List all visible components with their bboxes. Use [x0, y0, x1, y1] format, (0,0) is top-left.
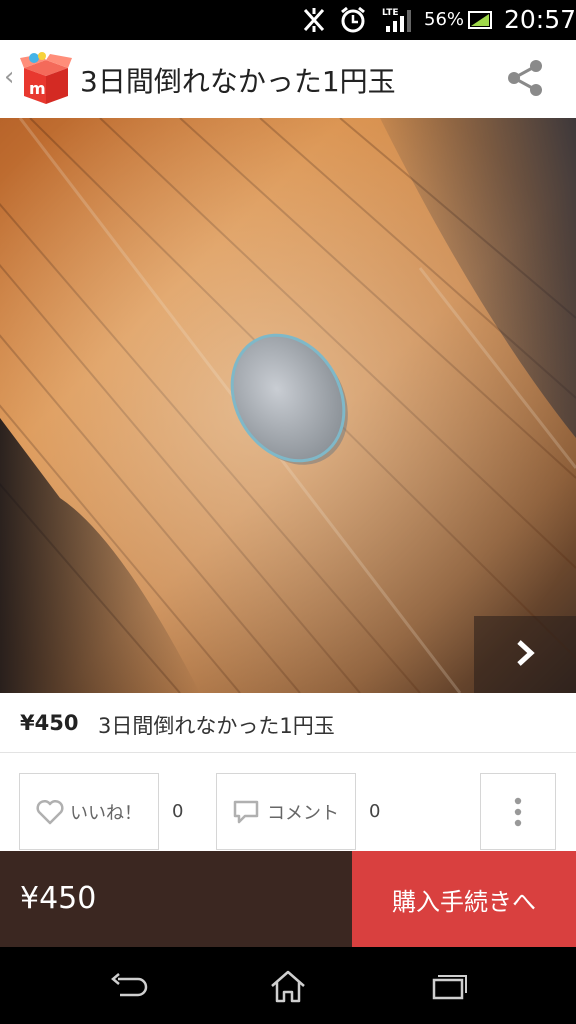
buy-button[interactable]: 購入手続きへ [352, 851, 576, 947]
item-price: ¥450 [20, 711, 79, 735]
page-title: 3日間倒れなかった1円玉 [80, 65, 396, 98]
navigation-bar [0, 947, 576, 1024]
status-bar: LTE 56% 20:57 [0, 0, 576, 40]
like-count: 0 [172, 801, 184, 822]
chevron-right-icon [514, 639, 536, 671]
item-summary: ¥450 3日間倒れなかった1円玉 [0, 693, 576, 753]
comment-label: コメント [267, 802, 339, 824]
share-icon[interactable] [506, 58, 546, 98]
signal-icon: LTE [380, 6, 416, 34]
comment-icon [231, 799, 261, 825]
comment-count: 0 [369, 801, 381, 822]
alarm-icon [338, 6, 368, 34]
battery-percent: 56% [424, 9, 465, 30]
muted-icon [298, 6, 330, 34]
item-photo[interactable] [0, 118, 576, 693]
purchase-bar: ¥450 購入手続きへ [0, 851, 576, 947]
chevron-left-icon[interactable]: ‹ [4, 62, 14, 92]
more-vertical-icon [513, 797, 523, 827]
battery-charging-icon [466, 6, 494, 34]
next-photo-button[interactable] [474, 616, 576, 693]
mercari-box-logo[interactable]: m [20, 52, 72, 106]
like-button[interactable]: いいね！ [19, 773, 159, 850]
heart-icon [36, 799, 64, 825]
like-label: いいね！ [70, 802, 142, 824]
home-icon[interactable] [258, 965, 318, 1007]
recent-apps-icon[interactable] [418, 965, 478, 1007]
comment-button[interactable]: コメント [216, 773, 356, 850]
price-block: ¥450 [0, 851, 352, 947]
clock: 20:57 [504, 5, 576, 34]
back-icon[interactable] [98, 965, 158, 1007]
action-row: いいね！ 0 コメント 0 [0, 754, 576, 851]
purchase-price: ¥450 [20, 881, 97, 916]
item-title: 3日間倒れなかった1円玉 [98, 714, 335, 738]
network-label: LTE [382, 8, 399, 18]
app-header: ‹ m 3日間倒れなかった1円玉 [0, 40, 576, 118]
more-options-button[interactable] [480, 773, 556, 850]
svg-text:m: m [29, 79, 46, 98]
